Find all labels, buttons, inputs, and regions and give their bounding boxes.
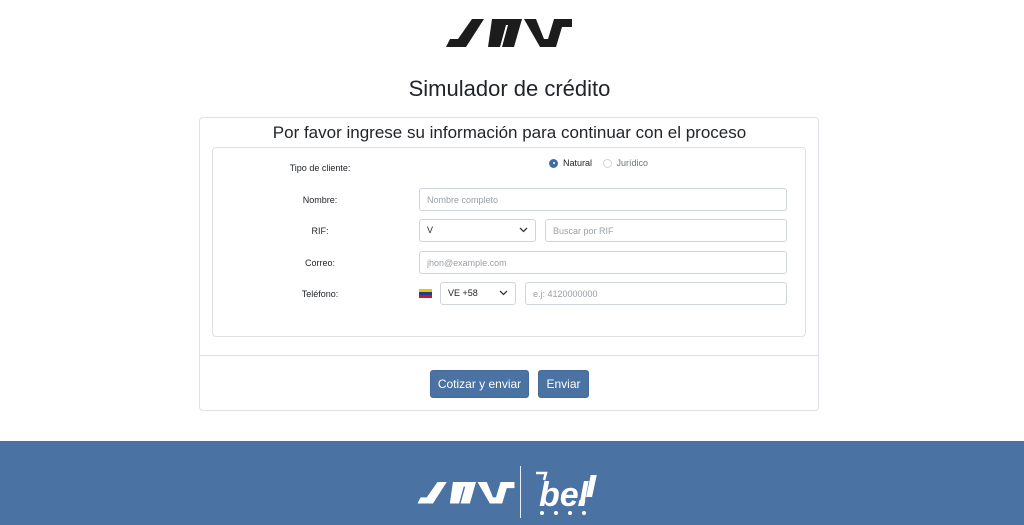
brand-logo-icon <box>417 482 515 504</box>
rif-label: RIF: <box>311 226 329 236</box>
name-input[interactable] <box>419 188 787 211</box>
phone-input[interactable] <box>525 282 787 305</box>
card-divider <box>200 355 818 356</box>
footer-separator <box>520 466 521 518</box>
radio-juridico-indicator[interactable] <box>602 158 612 168</box>
client-type-radio-group: Natural Jurídico <box>549 158 656 170</box>
radio-juridico-label: Jurídico <box>616 158 649 168</box>
venezuela-flag-icon <box>419 289 432 298</box>
name-label: Nombre: <box>302 195 338 205</box>
chevron-down-icon <box>499 290 508 296</box>
chevron-down-icon <box>519 227 528 233</box>
bel-cart-logo-icon: bel <box>536 471 597 515</box>
client-type-label: Tipo de cliente: <box>289 163 351 173</box>
brand-logo-icon <box>446 19 572 47</box>
country-code-value: VE +58 <box>448 288 478 298</box>
rif-search-input[interactable] <box>545 219 787 242</box>
country-code-select[interactable]: VE +58 <box>440 282 516 305</box>
send-button[interactable]: Enviar <box>538 370 589 398</box>
svg-text:bel: bel <box>539 476 590 514</box>
radio-natural-indicator[interactable] <box>549 158 558 168</box>
form-subtitle: Por favor ingrese su información para co… <box>272 123 747 142</box>
page-title: Simulador de crédito <box>408 76 611 101</box>
rif-type-select[interactable]: V <box>419 219 536 242</box>
phone-label: Teléfono: <box>301 289 339 299</box>
email-input[interactable] <box>419 251 787 274</box>
radio-natural[interactable]: Natural <box>549 158 592 168</box>
form-fields-panel <box>212 147 806 337</box>
radio-natural-label: Natural <box>563 158 593 168</box>
email-label: Correo: <box>304 258 335 268</box>
quote-and-send-button[interactable]: Cotizar y enviar <box>430 370 529 398</box>
radio-juridico[interactable]: Jurídico <box>602 158 649 168</box>
rif-type-value: V <box>427 225 434 235</box>
